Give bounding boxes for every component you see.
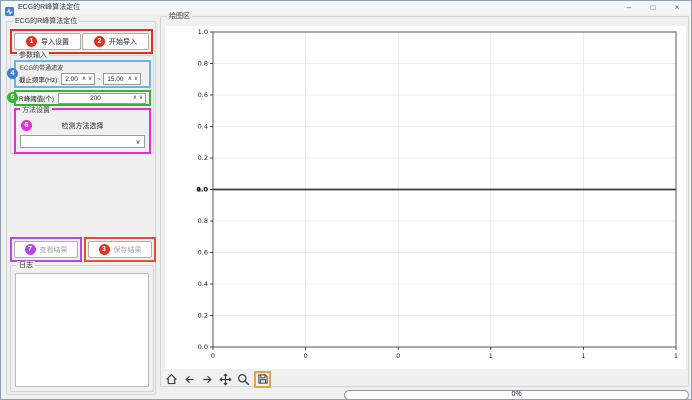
svg-text:0: 0 — [396, 352, 400, 360]
annotation-box-view-results: 7 查看结果 — [10, 237, 82, 262]
rpeak-threshold-value: 200 — [59, 95, 132, 102]
maximize-button[interactable]: □ — [641, 1, 665, 14]
svg-text:0.0: 0.0 — [198, 343, 208, 351]
import-settings-button[interactable]: 1 导入设置 — [14, 33, 81, 50]
spin-down-icon[interactable]: ∨ — [133, 74, 139, 84]
svg-text:0.2: 0.2 — [198, 312, 208, 320]
svg-text:0: 0 — [304, 352, 308, 360]
toolbar-pan-button[interactable] — [218, 372, 232, 386]
arrow-left-icon — [183, 373, 196, 386]
home-icon — [165, 373, 178, 386]
annotation-badge-4: 4 — [7, 68, 18, 79]
method-combobox[interactable]: ∨ — [20, 135, 145, 148]
annotation-box-save-icon — [254, 371, 271, 388]
title-bar: ECG的R峰算法定位 – □ × — [1, 1, 691, 14]
import-settings-label: 导入设置 — [41, 37, 69, 47]
window-controls: – □ × — [617, 1, 689, 14]
svg-text:1.0: 1.0 — [198, 28, 208, 36]
toolbar-zoom-button[interactable] — [236, 372, 250, 386]
annotation-box-bandpass: ECG的带通滤波 截止频率(Hz): 2.00 ∧ ∨ ~ 15.00 — [14, 60, 151, 88]
toolbar-forward-button[interactable] — [200, 372, 214, 386]
toolbar-back-button[interactable] — [182, 372, 196, 386]
cutoff-frequency-label: 截止频率(Hz): — [19, 74, 59, 84]
param-group-title: 参数输入 — [17, 51, 49, 60]
spin-down-icon[interactable]: ∨ — [138, 93, 144, 103]
app-icon — [5, 3, 14, 12]
main-group-title: ECG的R峰算法定位 — [13, 17, 79, 26]
plot-area-group: 绘图区 1.00.80.60.40.20.01.00.80.60.40.20.0… — [160, 16, 689, 387]
svg-text:0.8: 0.8 — [198, 217, 208, 225]
save-results-label: 保存结果 — [114, 245, 142, 255]
magnifier-icon — [237, 373, 250, 386]
annotation-badge-6: 6 — [21, 120, 32, 131]
main-settings-group: ECG的R峰算法定位 1 导入设置 2 开始导入 参数输入 ECG的带通滤波 截… — [6, 21, 156, 395]
plot-canvas[interactable]: 1.00.80.60.40.20.01.00.80.60.40.20.00001… — [165, 26, 686, 369]
view-results-button[interactable]: 7 查看结果 — [14, 241, 78, 258]
close-button[interactable]: × — [665, 1, 689, 14]
start-import-label: 开始导入 — [109, 37, 137, 47]
svg-text:0.6: 0.6 — [198, 249, 208, 257]
svg-text:1: 1 — [674, 352, 678, 360]
save-icon — [257, 373, 269, 385]
param-input-group: 参数输入 ECG的带通滤波 截止频率(Hz): 2.00 ∧ ∨ ~ 15 — [10, 55, 154, 154]
bandpass-group-title: ECG的带通滤波 — [16, 62, 149, 72]
svg-text:0: 0 — [211, 352, 215, 360]
toolbar-save-button[interactable] — [256, 372, 269, 386]
plot-group-title: 绘图区 — [167, 12, 192, 21]
annotation-box-method: 方法设置 检测方法选择 ∨ 6 — [14, 108, 151, 154]
plot-toolbar — [164, 371, 271, 387]
app-window: ECG的R峰算法定位 – □ × ECG的R峰算法定位 1 导入设置 2 开始导… — [0, 0, 692, 400]
pan-icon — [219, 373, 232, 386]
svg-text:0.2: 0.2 — [198, 154, 208, 162]
view-results-label: 查看结果 — [40, 245, 68, 255]
save-results-button[interactable]: 3 保存结果 — [88, 241, 152, 258]
progress-label: 0% — [511, 391, 521, 398]
annotation-badge-1: 1 — [26, 36, 37, 47]
log-textarea[interactable] — [15, 273, 149, 387]
svg-text:0.4: 0.4 — [198, 280, 208, 288]
range-separator: ~ — [97, 76, 101, 83]
progress-bar: 0% — [344, 390, 689, 400]
window-title: ECG的R峰算法定位 — [18, 1, 80, 14]
toolbar-home-button[interactable] — [164, 372, 178, 386]
log-group: 日志 — [10, 265, 154, 392]
svg-text:1: 1 — [489, 352, 493, 360]
method-group-title: 方法设置 — [20, 106, 52, 115]
svg-text:1: 1 — [581, 352, 585, 360]
svg-text:0.4: 0.4 — [198, 123, 208, 131]
svg-text:1.0: 1.0 — [196, 186, 208, 194]
annotation-badge-3: 3 — [99, 244, 110, 255]
minimize-button[interactable]: – — [617, 1, 641, 14]
annotation-badge-2: 2 — [94, 36, 105, 47]
method-select-label: 检测方法选择 — [16, 121, 149, 131]
annotation-box-save-results: 3 保存结果 — [84, 237, 156, 262]
annotation-box-rpeak: R峰阈值(个) 200 ∧ ∨ — [14, 90, 151, 106]
rpeak-threshold-label: R峰阈值(个) — [19, 93, 54, 103]
annotation-badge-5: 5 — [7, 92, 18, 103]
cutoff-low-value: 2.00 — [62, 76, 81, 83]
svg-text:0.6: 0.6 — [198, 91, 208, 99]
cutoff-high-value: 15.00 — [104, 76, 127, 83]
cutoff-low-spinbox[interactable]: 2.00 ∧ ∨ — [61, 73, 95, 85]
chevron-down-icon: ∨ — [132, 138, 144, 146]
cutoff-high-spinbox[interactable]: 15.00 ∧ ∨ — [103, 73, 141, 85]
start-import-button[interactable]: 2 开始导入 — [82, 33, 149, 50]
arrow-right-icon — [201, 373, 214, 386]
svg-text:0.8: 0.8 — [198, 60, 208, 68]
log-group-title: 日志 — [17, 261, 35, 270]
annotation-badge-7: 7 — [25, 244, 36, 255]
plot-figure: 1.00.80.60.40.20.01.00.80.60.40.20.00001… — [165, 26, 686, 369]
rpeak-threshold-spinbox[interactable]: 200 ∧ ∨ — [58, 93, 146, 104]
spin-down-icon[interactable]: ∨ — [87, 74, 93, 84]
